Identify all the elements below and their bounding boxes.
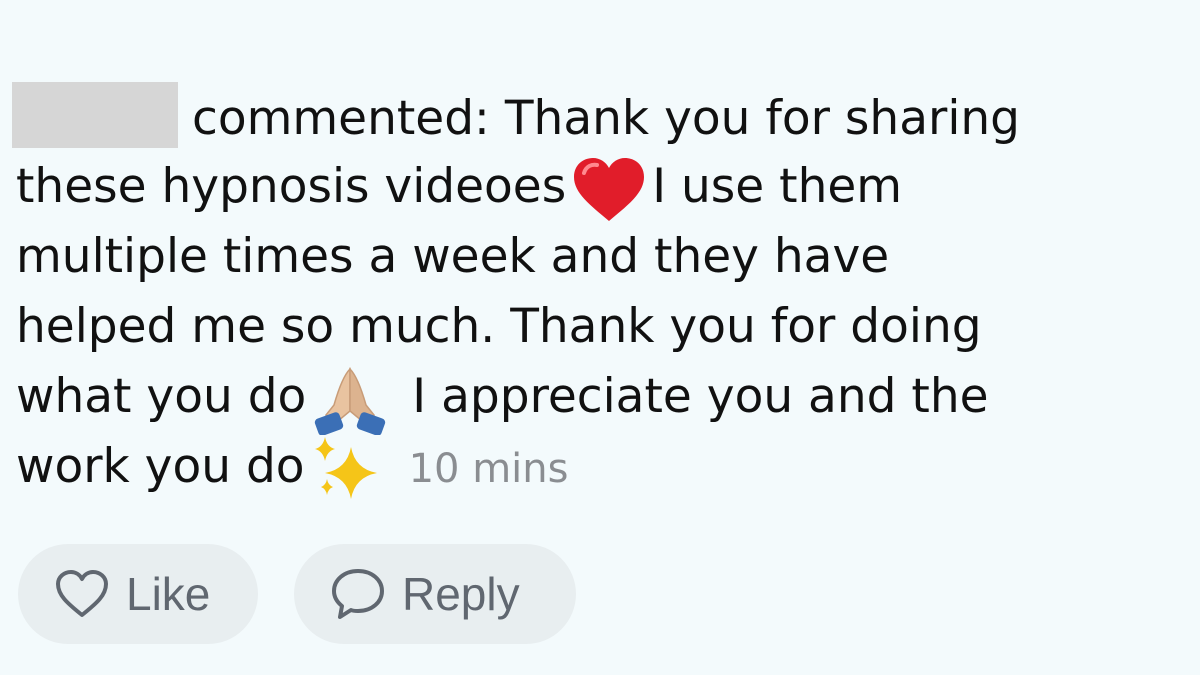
folded-hands-emoji-icon	[310, 365, 390, 435]
comment-text: commented: Thank you for sharing these h…	[12, 82, 1188, 502]
comment-line-1: commented: Thank you for sharing	[12, 82, 1188, 152]
sparkles-emoji-icon	[307, 435, 387, 505]
comment-line-2: these hypnosis videoes I use them	[16, 152, 1188, 222]
comment-timestamp: 10 mins	[408, 446, 569, 492]
reply-button[interactable]: Reply	[294, 544, 576, 644]
speech-bubble-icon	[330, 567, 386, 621]
comment-line-6: work you do 10 mins	[16, 432, 1188, 502]
red-heart-emoji-icon	[570, 155, 648, 225]
comment-line-5: what you do I appreciate you and the	[16, 362, 1188, 435]
heart-outline-icon	[54, 569, 110, 619]
comment-actions: Like Reply	[18, 544, 576, 644]
redacted-author-name	[12, 82, 178, 148]
like-label: Like	[126, 568, 211, 620]
like-button[interactable]: Like	[18, 544, 258, 644]
reply-label: Reply	[402, 568, 520, 620]
comment-line-3: multiple times a week and they have	[16, 229, 890, 284]
comment-line-4: helped me so much. Thank you for doing	[16, 299, 982, 354]
